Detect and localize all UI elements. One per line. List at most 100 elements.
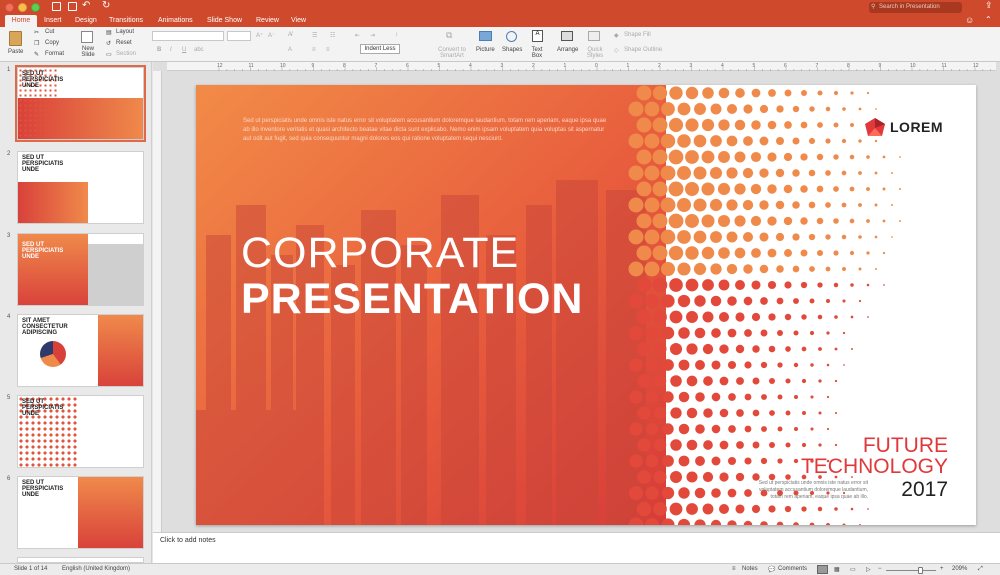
clear-formatting-icon[interactable]: A̸ bbox=[288, 32, 292, 38]
undo-icon[interactable]: ↶ bbox=[82, 0, 90, 11]
sidebar-toggle-icon[interactable] bbox=[52, 2, 61, 11]
notes-button[interactable]: Notes bbox=[742, 566, 758, 572]
font-name-select[interactable] bbox=[152, 31, 224, 41]
ruler-label: 8 bbox=[343, 63, 346, 69]
textbox-button[interactable]: Text Box bbox=[530, 47, 544, 59]
halftone-dot bbox=[800, 217, 808, 225]
tab-insert[interactable]: Insert bbox=[44, 15, 62, 27]
zoom-in-icon[interactable]: + bbox=[940, 566, 944, 572]
slide-thumbnail-6[interactable]: SED UT PERSPICIATIS UNDE bbox=[17, 476, 144, 549]
italic-icon[interactable]: I bbox=[170, 47, 172, 53]
paste-button[interactable]: Paste bbox=[6, 29, 26, 59]
arrange-icon bbox=[561, 31, 573, 41]
halftone-dot bbox=[718, 87, 730, 99]
slide-thumbnail-5[interactable]: SED UT PERSPICIATIS UNDE bbox=[17, 395, 144, 468]
halftone-dot bbox=[810, 395, 814, 399]
share-icon[interactable]: ⇪ bbox=[985, 0, 993, 11]
normal-view-icon[interactable] bbox=[817, 565, 828, 574]
reading-view-icon[interactable]: ▭ bbox=[850, 566, 856, 573]
shapes-button[interactable]: Shapes bbox=[502, 47, 522, 53]
slide-sorter-icon[interactable]: ▦ bbox=[834, 566, 840, 573]
new-slide-button[interactable]: New Slide bbox=[78, 29, 98, 59]
cut-button[interactable]: Cut bbox=[45, 29, 54, 35]
tab-design[interactable]: Design bbox=[75, 15, 97, 27]
halftone-dot bbox=[677, 166, 691, 180]
layout-button[interactable]: Layout bbox=[116, 29, 134, 35]
slide-thumbnail-3[interactable]: SED UT PERSPICIATIS UNDE bbox=[17, 233, 144, 306]
align-left-icon[interactable]: ≡ bbox=[312, 47, 316, 53]
close-window-button[interactable] bbox=[5, 3, 14, 12]
halftone-dot bbox=[858, 267, 862, 271]
slide-thumbnail-2[interactable]: SED UT PERSPICIATIS UNDE bbox=[17, 151, 144, 224]
halftone-dot bbox=[841, 202, 847, 208]
shape-fill-button[interactable]: Shape Fill bbox=[624, 32, 651, 38]
reset-button[interactable]: Reset bbox=[116, 40, 132, 46]
bullets-icon[interactable]: ☰ bbox=[312, 32, 317, 39]
tab-transitions[interactable]: Transitions bbox=[109, 15, 143, 27]
smiley-feedback-icon[interactable]: ☺ bbox=[965, 15, 974, 25]
format-painter-button[interactable]: Format bbox=[45, 51, 64, 57]
underline-icon[interactable]: U bbox=[182, 47, 186, 53]
tab-home[interactable]: Home bbox=[5, 15, 37, 27]
convert-smartart-button[interactable]: Convert to SmartArt bbox=[437, 47, 467, 59]
zoom-window-button[interactable] bbox=[31, 3, 40, 12]
halftone-dot bbox=[841, 138, 847, 144]
font-color-icon[interactable]: A bbox=[288, 47, 292, 53]
zoom-out-icon[interactable]: − bbox=[878, 566, 882, 572]
font-size-select[interactable] bbox=[227, 31, 251, 41]
indent-more-icon[interactable]: ⇥ bbox=[370, 32, 375, 39]
zoom-slider[interactable] bbox=[886, 567, 936, 574]
halftone-dot bbox=[645, 454, 659, 468]
ruler-label: 0 bbox=[595, 63, 598, 69]
zoom-slider-thumb[interactable] bbox=[918, 567, 923, 574]
quick-styles-button[interactable]: Quick Styles bbox=[584, 47, 606, 59]
notes-pane[interactable]: Click to add notes bbox=[153, 532, 1000, 563]
bold-icon[interactable]: B bbox=[157, 47, 161, 53]
language-indicator[interactable]: English (United Kingdom) bbox=[62, 566, 130, 572]
copy-button[interactable]: Copy bbox=[45, 40, 59, 46]
halftone-dot bbox=[834, 347, 838, 351]
comments-icon[interactable]: 💬 bbox=[768, 566, 775, 573]
save-icon[interactable] bbox=[68, 2, 77, 11]
increase-font-icon[interactable]: A⁺ bbox=[256, 32, 263, 39]
smartart-icon[interactable]: ⧉ bbox=[446, 30, 452, 41]
halftone-dot bbox=[817, 122, 823, 128]
redo-icon[interactable]: ↻ bbox=[102, 0, 110, 11]
halftone-dot bbox=[693, 230, 707, 244]
search-input[interactable]: ⚲ Search in Presentation bbox=[869, 2, 962, 13]
shape-outline-icon: ◇ bbox=[614, 48, 619, 54]
halftone-dot bbox=[818, 347, 822, 351]
strikethrough-icon[interactable]: abc bbox=[194, 47, 204, 53]
slide-thumbnail-4[interactable]: SIT AMET CONSECTETUR ADIPISCING bbox=[17, 314, 144, 387]
slide-thumbnail-panel[interactable]: 1 SED UT PERSPICIATIS UNDE 2 SED UT PERS… bbox=[0, 62, 152, 563]
tab-animations[interactable]: Animations bbox=[158, 15, 193, 27]
slide-thumbnail-1[interactable]: SED UT PERSPICIATIS UNDE bbox=[15, 65, 146, 142]
numbering-icon[interactable]: ☷ bbox=[330, 32, 335, 39]
picture-button[interactable]: Picture bbox=[476, 47, 495, 53]
tab-view[interactable]: View bbox=[291, 15, 306, 27]
thumb-number-5: 5 bbox=[7, 395, 11, 401]
arrange-button[interactable]: Arrange bbox=[557, 47, 578, 53]
minimize-window-button[interactable] bbox=[18, 3, 27, 12]
halftone-dot bbox=[866, 283, 870, 287]
notes-icon[interactable]: ≡ bbox=[732, 566, 736, 572]
slideshow-icon[interactable]: ▷ bbox=[866, 566, 871, 573]
main-slide[interactable]: Sed ut perspiciatis unde omnis iste natu… bbox=[196, 85, 976, 525]
halftone-dot bbox=[710, 263, 722, 275]
shape-outline-button[interactable]: Shape Outline bbox=[624, 47, 662, 53]
fit-slide-icon[interactable]: ⤢ bbox=[978, 566, 983, 573]
chevron-up-icon[interactable]: ⌃ bbox=[985, 15, 992, 24]
title-corporate: CORPORATE bbox=[241, 229, 520, 277]
align-center-icon[interactable]: ≡ bbox=[326, 47, 330, 53]
tab-review[interactable]: Review bbox=[256, 15, 279, 27]
halftone-dot bbox=[800, 121, 808, 129]
line-spacing-icon[interactable]: ↕ bbox=[395, 32, 398, 38]
indent-less-icon[interactable]: ⇤ bbox=[355, 32, 360, 39]
halftone-dot bbox=[644, 261, 660, 277]
comments-button[interactable]: Comments bbox=[778, 566, 807, 572]
section-button[interactable]: Section bbox=[116, 51, 136, 57]
tab-slide-show[interactable]: Slide Show bbox=[207, 15, 242, 27]
decrease-font-icon[interactable]: A⁻ bbox=[268, 32, 275, 39]
zoom-level[interactable]: 209% bbox=[952, 566, 967, 572]
halftone-dot bbox=[743, 104, 753, 114]
